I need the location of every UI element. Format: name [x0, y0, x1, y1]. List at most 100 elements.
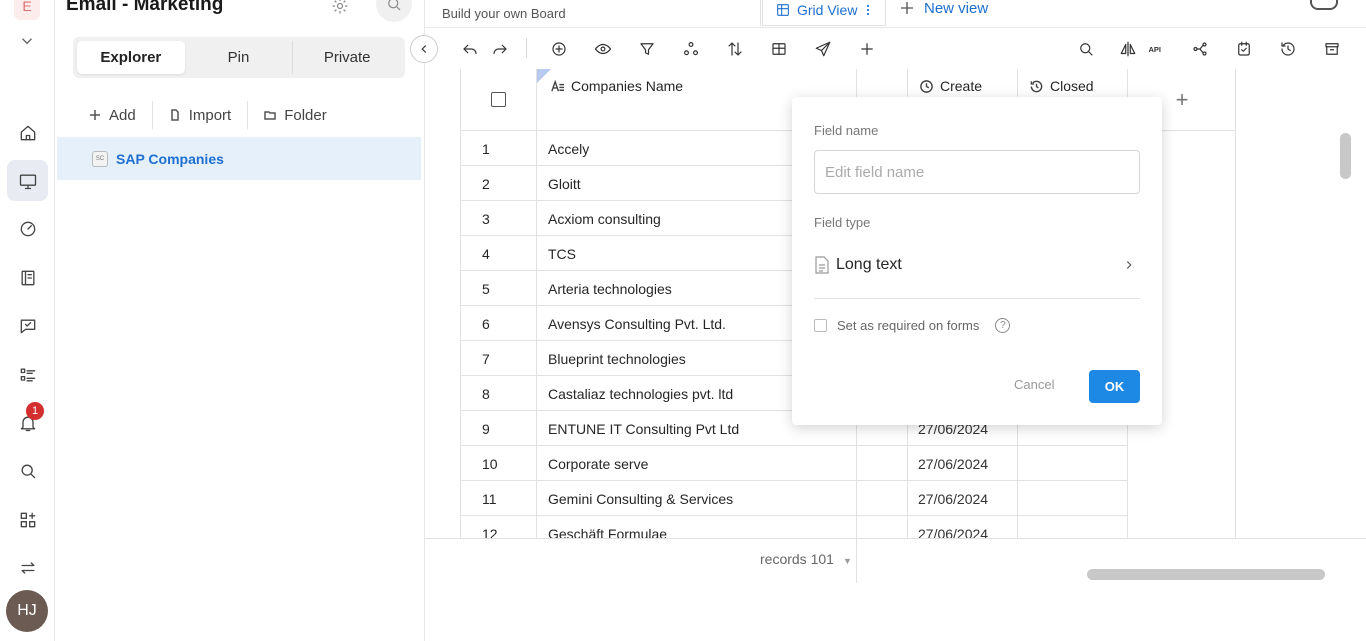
plus-icon[interactable] — [855, 37, 879, 61]
divider — [425, 27, 1366, 28]
company-name-cell[interactable]: Geschäft Formulae — [537, 516, 857, 539]
text-field-icon — [551, 79, 565, 91]
gear-icon[interactable] — [330, 0, 350, 16]
row-number-cell[interactable]: 5 — [461, 271, 537, 306]
empty-cell[interactable] — [857, 516, 908, 539]
header-select-cell — [461, 69, 537, 131]
vertical-scrollbar[interactable] — [1340, 133, 1351, 179]
closed-cell[interactable] — [1018, 446, 1128, 481]
apps-add-icon[interactable] — [7, 499, 48, 540]
divider — [760, 0, 761, 26]
row-number-cell[interactable]: 10 — [461, 446, 537, 481]
add-record-icon[interactable] — [547, 37, 571, 61]
filter-icon[interactable] — [635, 37, 659, 61]
table-row[interactable]: 12 Geschäft Formulae 27/06/2024 — [461, 516, 1128, 539]
eye-icon[interactable] — [591, 37, 615, 61]
group-icon[interactable] — [679, 37, 703, 61]
table-row[interactable]: 11 Gemini Consulting & Services 27/06/2024 — [461, 481, 1128, 516]
divider — [814, 298, 1140, 299]
field-editor-popover: Field name Field type Long text Set as r… — [792, 97, 1162, 425]
row-number-cell[interactable]: 12 — [461, 516, 537, 539]
send-icon[interactable] — [811, 37, 835, 61]
switch-icon[interactable] — [7, 547, 48, 588]
workspace-icon[interactable]: E — [14, 0, 40, 20]
tab-private[interactable]: Private — [293, 41, 401, 74]
grid-icon — [777, 3, 789, 16]
required-option: Set as required on forms ? — [814, 318, 1011, 333]
tab-pin[interactable]: Pin — [185, 41, 294, 74]
notification-badge: 1 — [26, 402, 44, 420]
create-date-cell[interactable]: 27/06/2024 — [908, 516, 1018, 539]
explorer-actions: Add Import Folder — [73, 100, 413, 130]
tab-explorer[interactable]: Explorer — [77, 41, 185, 74]
closed-cell[interactable] — [1018, 481, 1128, 516]
row-number-cell[interactable]: 8 — [461, 376, 537, 411]
new-view-button[interactable]: New view — [898, 0, 988, 20]
create-date-cell[interactable]: 27/06/2024 — [908, 481, 1018, 516]
chevron-right-icon — [1126, 261, 1132, 269]
cancel-button[interactable]: Cancel — [1014, 377, 1054, 392]
company-name-cell[interactable]: Corporate serve — [537, 446, 857, 481]
dashboard-icon[interactable] — [7, 208, 48, 249]
row-number-cell[interactable]: 4 — [461, 236, 537, 271]
empty-cell[interactable] — [857, 446, 908, 481]
history-icon[interactable] — [1276, 37, 1300, 61]
board-subtitle: Build your own Board — [442, 6, 566, 21]
closed-cell[interactable] — [1018, 516, 1128, 539]
chevron-down-icon[interactable] — [18, 32, 36, 50]
undo-icon[interactable] — [458, 37, 482, 61]
book-icon[interactable] — [7, 257, 48, 298]
sort-icon[interactable] — [723, 37, 747, 61]
row-number-cell[interactable]: 1 — [461, 131, 537, 166]
field-type-select[interactable]: Long text — [814, 245, 1140, 285]
horizontal-scrollbar[interactable] — [1087, 569, 1325, 580]
import-label: Import — [188, 106, 232, 124]
collapse-panel-button[interactable] — [410, 35, 438, 63]
column-title: Create — [940, 78, 983, 94]
add-label: Add — [109, 106, 136, 124]
folder-icon — [264, 111, 276, 120]
search-icon[interactable] — [7, 450, 48, 491]
divider — [425, 538, 1366, 539]
record-count: records 101 — [760, 551, 834, 567]
table-row[interactable]: 10 Corporate serve 27/06/2024 — [461, 446, 1128, 481]
tree-item-label: SAP Companies — [116, 150, 224, 167]
search-icon[interactable] — [1074, 37, 1098, 61]
add-button[interactable]: Add — [73, 101, 153, 129]
tree-item-sap-companies[interactable]: SC SAP Companies — [57, 137, 421, 180]
home-icon[interactable] — [7, 112, 48, 153]
calendar-icon[interactable] — [1232, 37, 1256, 61]
row-number-cell[interactable]: 7 — [461, 341, 537, 376]
share-flow-icon[interactable] — [1188, 37, 1212, 61]
ok-button[interactable]: OK — [1089, 370, 1140, 403]
split-view-icon[interactable] — [1116, 37, 1140, 61]
row-number-cell[interactable]: 9 — [461, 411, 537, 446]
monitor-icon[interactable] — [7, 160, 48, 201]
divider — [856, 539, 857, 583]
explorer-panel — [56, 0, 425, 641]
field-name-input[interactable] — [814, 150, 1140, 194]
redo-icon[interactable] — [488, 37, 512, 61]
caret-down-icon[interactable]: ▼ — [843, 556, 852, 566]
empty-cell[interactable] — [857, 481, 908, 516]
create-date-cell[interactable]: 27/06/2024 — [908, 446, 1018, 481]
row-number-cell[interactable]: 3 — [461, 201, 537, 236]
tab-grid-view[interactable]: Grid View — [762, 0, 887, 26]
import-button[interactable]: Import — [153, 101, 249, 129]
table-layout-icon[interactable] — [767, 37, 791, 61]
avatar[interactable]: HJ — [6, 590, 48, 632]
row-number-cell[interactable]: 2 — [461, 166, 537, 201]
required-label: Set as required on forms — [837, 318, 980, 333]
list-icon[interactable] — [7, 354, 48, 395]
row-number-cell[interactable]: 11 — [461, 481, 537, 516]
archive-icon[interactable] — [1320, 37, 1344, 61]
required-checkbox[interactable] — [814, 319, 827, 332]
company-name-cell[interactable]: Gemini Consulting & Services — [537, 481, 857, 516]
folder-button[interactable]: Folder — [248, 101, 343, 129]
help-icon[interactable]: ? — [995, 318, 1011, 333]
column-title: Companies Name — [571, 78, 684, 94]
chat-icon[interactable] — [7, 305, 48, 346]
api-icon[interactable]: API — [1144, 37, 1168, 61]
select-all-checkbox[interactable] — [491, 92, 506, 107]
row-number-cell[interactable]: 6 — [461, 306, 537, 341]
